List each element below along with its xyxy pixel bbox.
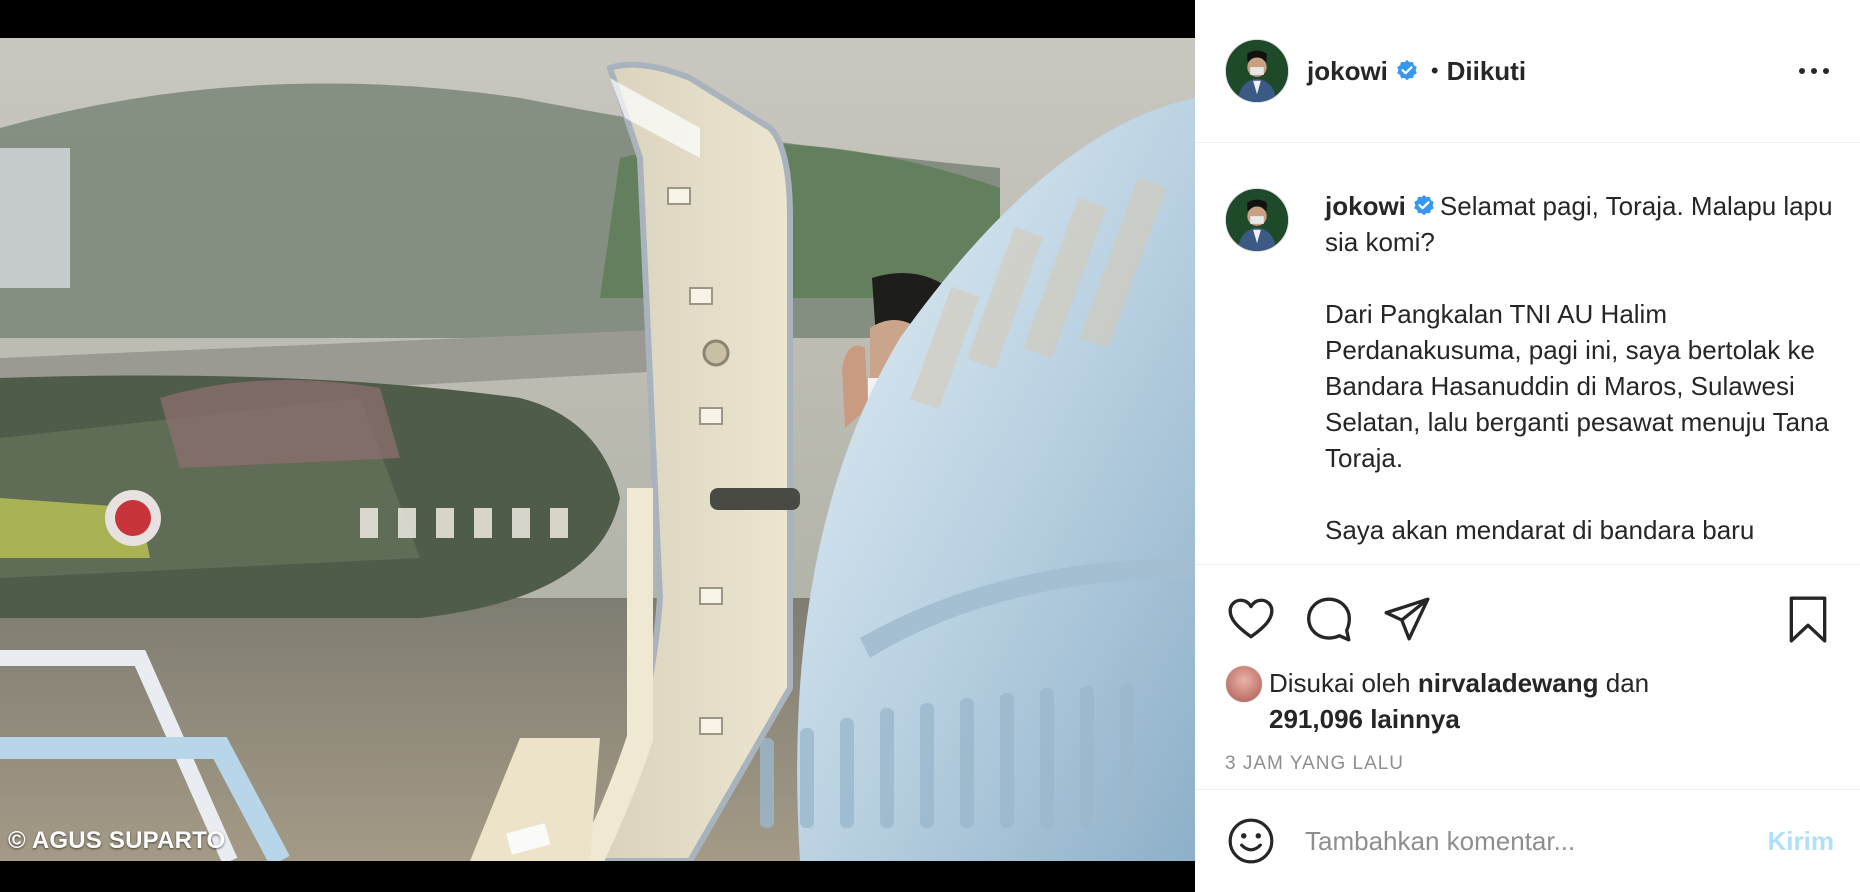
caption-paragraph: Dari Pangkalan TNI AU Halim Perdanakusum… — [1325, 299, 1829, 473]
share-button[interactable] — [1381, 593, 1433, 645]
more-dot-icon — [1799, 68, 1805, 74]
post-header: jokowi • Diikuti — [1195, 0, 1860, 143]
caption-paragraph: Saya akan mendarat di bandara baru — [1325, 515, 1755, 545]
instagram-post: © AGUS SUPARTO jokowi • Diikuti jokowi S… — [0, 0, 1860, 892]
caption-username[interactable]: jokowi — [1325, 191, 1406, 221]
post-photo[interactable]: © AGUS SUPARTO — [0, 38, 1195, 861]
comment-bar: Kirim — [1195, 789, 1860, 892]
save-button[interactable] — [1782, 593, 1834, 645]
likes-count-button[interactable]: 291,096 lainnya — [1269, 704, 1460, 734]
photo-illustration — [0, 38, 1195, 861]
paper-plane-icon — [1384, 597, 1430, 641]
post-timestamp[interactable]: 3 JAM YANG LALU — [1225, 753, 1834, 775]
likes-text: Disukai oleh nirvaladewang dan 291,096 l… — [1269, 665, 1649, 737]
photo-pane: © AGUS SUPARTO — [0, 0, 1195, 892]
heart-icon — [1228, 598, 1274, 639]
send-comment-button[interactable]: Kirim — [1768, 826, 1834, 857]
more-options-button[interactable] — [1794, 56, 1834, 86]
action-icons — [1225, 591, 1834, 647]
smiley-icon — [1228, 818, 1274, 864]
likes-prefix: Disukai oleh — [1269, 668, 1411, 698]
photo-credit: © AGUS SUPARTO — [8, 827, 226, 854]
author-avatar[interactable] — [1225, 39, 1289, 103]
avatar-portrait-icon — [1226, 40, 1288, 102]
header-separator: • — [1430, 58, 1439, 83]
caption-area[interactable]: jokowi Selamat pagi, Toraja. Malapu lapu… — [1195, 144, 1860, 564]
comment-input[interactable] — [1305, 825, 1768, 857]
liker-username[interactable]: nirvaladewang — [1418, 668, 1599, 698]
like-button[interactable] — [1225, 593, 1277, 645]
emoji-button[interactable] — [1225, 815, 1277, 867]
bookmark-icon — [1789, 596, 1827, 643]
likes-conjunction: dan — [1605, 668, 1650, 698]
post-side-panel: jokowi • Diikuti jokowi Selamat pagi, To… — [1195, 0, 1860, 892]
avatar-portrait-icon — [1226, 189, 1288, 251]
likes-summary: Disukai oleh nirvaladewang dan 291,096 l… — [1225, 665, 1834, 737]
verified-badge-icon — [1414, 195, 1434, 216]
caption-text: jokowi Selamat pagi, Toraja. Malapu lapu… — [1325, 188, 1837, 548]
following-button[interactable]: Diikuti — [1447, 56, 1526, 87]
comment-button[interactable] — [1303, 593, 1355, 645]
verified-badge-icon — [1397, 60, 1417, 81]
comment-bubble-icon — [1307, 597, 1351, 642]
more-dot-icon — [1823, 68, 1829, 74]
liker-avatar[interactable] — [1225, 665, 1263, 703]
actions-area: Disukai oleh nirvaladewang dan 291,096 l… — [1195, 564, 1860, 789]
caption-author-avatar[interactable] — [1225, 188, 1289, 252]
author-username[interactable]: jokowi — [1307, 56, 1388, 87]
more-dot-icon — [1811, 68, 1817, 74]
caption-row: jokowi Selamat pagi, Toraja. Malapu lapu… — [1225, 188, 1840, 548]
header-user: jokowi • Diikuti — [1307, 56, 1794, 87]
